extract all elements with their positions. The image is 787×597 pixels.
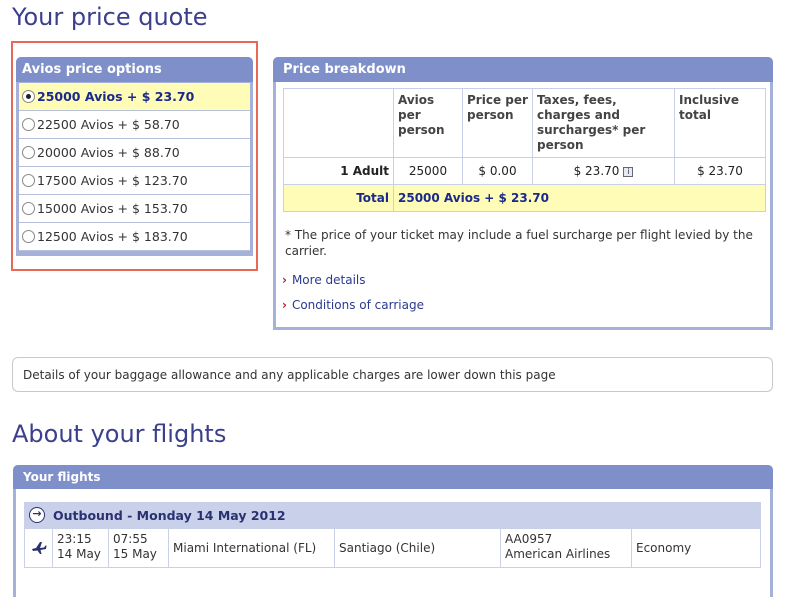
header-price: Price per person <box>462 88 533 158</box>
departure-time: 23:15 <box>57 532 92 546</box>
your-flights-panel: Your flights → Outbound - Monday 14 May … <box>13 465 773 597</box>
arrival-time: 07:55 <box>113 532 148 546</box>
conditions-label: Conditions of carriage <box>291 298 424 312</box>
adult-total: $ 23.70 <box>674 157 766 185</box>
adult-label: 1 Adult <box>283 157 394 185</box>
price-breakdown-table: Avios per person Price per person Taxes,… <box>283 88 766 212</box>
adult-price: $ 0.00 <box>462 157 533 185</box>
header-blank <box>283 88 394 158</box>
avios-option-22500[interactable]: 22500 Avios + $ 58.70 <box>19 111 250 139</box>
adult-taxes-cell: $ 23.70 i <box>532 157 675 185</box>
page-title-about-flights: About your flights <box>12 420 227 448</box>
info-icon[interactable]: i <box>623 166 634 177</box>
outbound-label: Outbound - Monday 14 May 2012 <box>53 507 286 523</box>
avios-option-label: 22500 Avios + $ 58.70 <box>37 117 180 132</box>
radio-button[interactable] <box>22 202 35 215</box>
arrow-right-icon: → <box>29 507 45 523</box>
plane-icon-cell <box>25 529 53 567</box>
flight-number: AA0957 <box>505 532 553 546</box>
conditions-of-carriage-link[interactable]: › Conditions of carriage <box>282 298 424 312</box>
header-inclusive-total: Inclusive total <box>674 88 766 158</box>
departure-cell: 23:15 14 May <box>53 529 109 567</box>
flight-info-cell: AA0957 American Airlines <box>501 529 632 567</box>
avios-option-label: 12500 Avios + $ 183.70 <box>37 229 188 244</box>
chevron-right-icon: › <box>282 273 287 287</box>
surcharge-footnote: * The price of your ticket may include a… <box>285 228 753 258</box>
price-breakdown-title: Price breakdown <box>273 57 773 82</box>
flight-row: 23:15 14 May 07:55 15 May Miami Internat… <box>24 528 761 568</box>
departure-date: 14 May <box>57 547 101 561</box>
more-details-label: More details <box>291 273 366 287</box>
radio-button[interactable] <box>22 118 35 131</box>
baggage-note: Details of your baggage allowance and an… <box>12 357 773 392</box>
avios-options-title: Avios price options <box>16 57 253 82</box>
arrival-date: 15 May <box>113 547 157 561</box>
airline-name: American Airlines <box>505 547 611 561</box>
table-row-adult: 1 Adult 25000 $ 0.00 $ 23.70 i $ 23.70 <box>283 157 766 185</box>
radio-button-selected[interactable] <box>22 90 35 103</box>
radio-button[interactable] <box>22 146 35 159</box>
adult-taxes: $ 23.70 <box>573 164 620 178</box>
more-details-link[interactable]: › More details <box>282 273 366 287</box>
your-flights-title: Your flights <box>13 465 773 489</box>
total-label: Total <box>283 184 394 212</box>
arrival-cell: 07:55 15 May <box>109 529 169 567</box>
total-value: 25000 Avios + $ 23.70 <box>393 184 766 212</box>
avios-options-panel: Avios price options 25000 Avios + $ 23.7… <box>16 57 253 256</box>
adult-avios: 25000 <box>393 157 463 185</box>
avios-option-label: 15000 Avios + $ 153.70 <box>37 201 188 216</box>
radio-button[interactable] <box>22 230 35 243</box>
avios-option-label: 17500 Avios + $ 123.70 <box>37 173 188 188</box>
table-row-total: Total 25000 Avios + $ 23.70 <box>283 184 766 212</box>
chevron-right-icon: › <box>282 298 287 312</box>
destination-airport: Santiago (Chile) <box>335 529 501 567</box>
radio-button[interactable] <box>22 174 35 187</box>
page-title-price-quote: Your price quote <box>12 3 208 31</box>
avios-option-label: 20000 Avios + $ 88.70 <box>37 145 180 160</box>
avios-option-label: 25000 Avios + $ 23.70 <box>37 89 195 104</box>
plane-icon <box>31 542 46 554</box>
cabin-class: Economy <box>636 540 692 555</box>
header-taxes: Taxes, fees, charges and surcharges* per… <box>532 88 675 158</box>
header-avios: Avios per person <box>393 88 463 158</box>
price-breakdown-panel: Price breakdown Avios per person Price p… <box>273 57 773 330</box>
origin-airport: Miami International (FL) <box>169 529 335 567</box>
avios-option-25000[interactable]: 25000 Avios + $ 23.70 <box>19 83 250 111</box>
outbound-header: → Outbound - Monday 14 May 2012 <box>24 502 761 528</box>
avios-options-list: 25000 Avios + $ 23.70 22500 Avios + $ 58… <box>19 83 250 251</box>
avios-option-15000[interactable]: 15000 Avios + $ 153.70 <box>19 195 250 223</box>
avios-option-17500[interactable]: 17500 Avios + $ 123.70 <box>19 167 250 195</box>
table-header-row: Avios per person Price per person Taxes,… <box>283 88 766 158</box>
avios-option-20000[interactable]: 20000 Avios + $ 88.70 <box>19 139 250 167</box>
avios-option-12500[interactable]: 12500 Avios + $ 183.70 <box>19 223 250 251</box>
